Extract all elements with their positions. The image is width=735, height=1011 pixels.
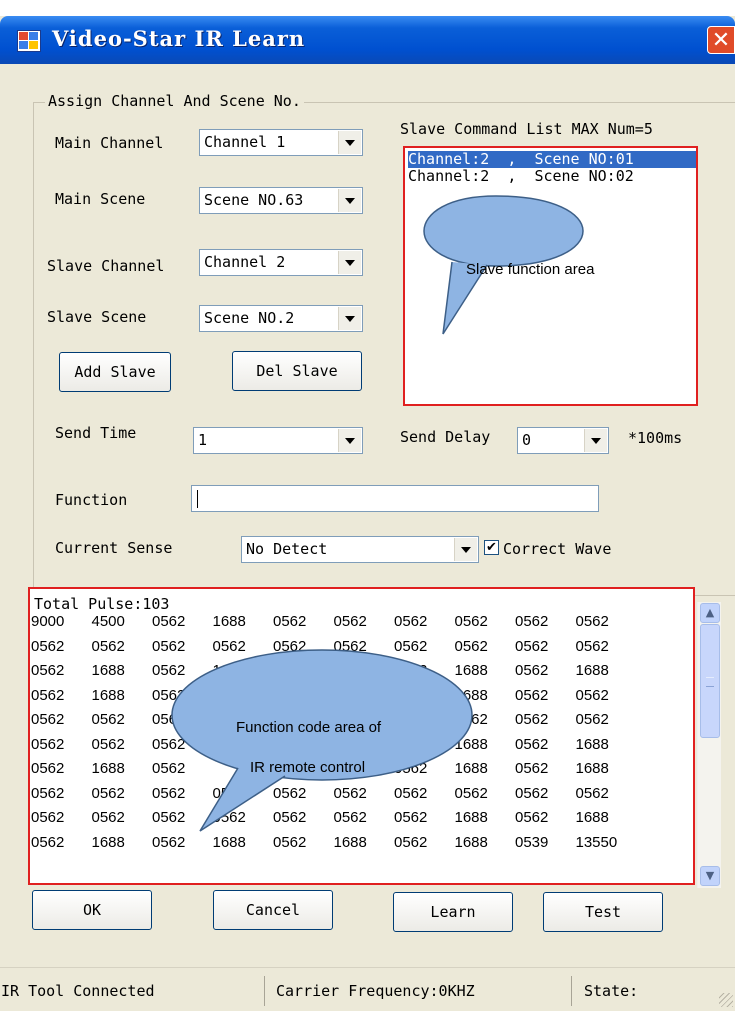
status-bar: IR Tool Connected Carrier Frequency:0KHZ… — [0, 967, 735, 1011]
slave-area-callout: Slave function area — [466, 261, 595, 278]
slave-callout-ellipse — [423, 195, 584, 267]
app-window: Video-Star IR Learn ✕ Assign Channel And… — [0, 16, 735, 1011]
callout-overlay — [171, 195, 584, 832]
resize-grip-icon[interactable] — [719, 993, 733, 1007]
code-area-callout-line2: IR remote control — [250, 759, 366, 776]
status-state: State: — [584, 982, 639, 1000]
status-connection: IR Tool Connected — [0, 976, 265, 1006]
code-callout-pointer — [200, 768, 285, 831]
status-carrier-frequency: Carrier Frequency:0KHZ — [275, 976, 572, 1006]
code-area-callout-line1: Function code area of — [236, 719, 382, 736]
